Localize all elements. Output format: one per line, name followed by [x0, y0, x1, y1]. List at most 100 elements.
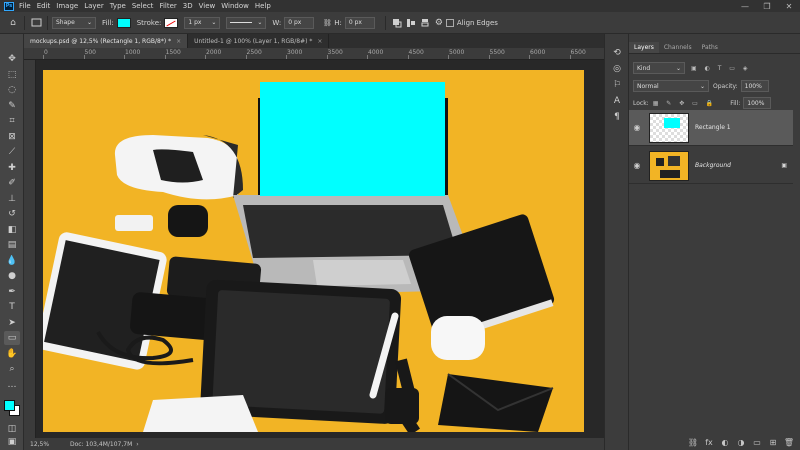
stroke-type-dropdown[interactable]: ⌄ — [226, 16, 267, 29]
ruler-tick — [205, 55, 206, 59]
marquee-tool-icon[interactable]: ⬚ — [4, 68, 20, 82]
clone-stamp-icon[interactable]: ⊥ — [4, 192, 20, 206]
tab-channels[interactable]: Channels — [659, 42, 697, 53]
quick-select-tool-icon[interactable]: ✎ — [4, 99, 20, 113]
opacity-field[interactable]: 100% — [740, 80, 769, 92]
path-select-icon[interactable]: ➤ — [4, 316, 20, 330]
tab-paths[interactable]: Paths — [697, 42, 723, 53]
cyan-rectangle-shape[interactable] — [260, 82, 445, 196]
foreground-color-swatch[interactable] — [4, 400, 15, 411]
home-icon[interactable]: ⌂ — [6, 16, 20, 30]
height-field[interactable]: 0 px — [344, 16, 375, 29]
menu-type[interactable]: Type — [110, 2, 126, 10]
fill-swatch[interactable] — [116, 17, 131, 28]
tab-untitled[interactable]: Untitled-1 @ 100% (Layer 1, RGB/8#) * × — [188, 34, 330, 48]
adjustment-layer-icon[interactable]: ◑ — [735, 436, 747, 448]
lock-options-icons[interactable]: ▦ ✎ ✥ ▭ 🔒 — [653, 100, 717, 107]
history-panel-icon[interactable]: ⟲ — [609, 46, 625, 60]
ruler-tick — [164, 55, 166, 59]
menu-window[interactable]: Window — [221, 2, 249, 10]
ruler-label: 500 — [84, 49, 96, 56]
link-icon[interactable]: ⛓ — [320, 16, 334, 30]
screen-mode-icon[interactable]: ▣ — [4, 435, 20, 449]
eraser-tool-icon[interactable]: ◧ — [4, 223, 20, 237]
history-brush-icon[interactable]: ↺ — [4, 207, 20, 221]
quick-mask-icon[interactable]: ◫ — [4, 422, 20, 436]
move-tool-icon[interactable]: ✥ — [4, 52, 20, 66]
properties-panel-icon[interactable]: ⚐ — [609, 78, 625, 92]
type-tool-icon[interactable]: T — [4, 300, 20, 314]
filter-kind-dropdown[interactable]: Kind ⌄ — [633, 62, 685, 74]
tool-mode-dropdown[interactable]: Shape ⌄ — [52, 16, 96, 29]
maximize-button[interactable]: ❐ — [756, 0, 778, 12]
healing-brush-icon[interactable]: ✚ — [4, 161, 20, 175]
gear-icon[interactable]: ⚙ — [432, 16, 446, 30]
menu-file[interactable]: File — [19, 2, 31, 10]
filter-icons[interactable]: ▣ ◐ T ▭ ◈ — [691, 65, 750, 72]
width-field[interactable]: 0 px — [284, 16, 315, 29]
menu-view[interactable]: View — [199, 2, 216, 10]
tab-layers[interactable]: Layers — [629, 42, 659, 53]
ruler-label: 2500 — [246, 49, 262, 56]
blend-mode-dropdown[interactable]: Normal ⌄ — [633, 80, 709, 92]
paragraph-panel-icon[interactable]: ¶ — [609, 110, 625, 124]
visibility-eye-icon[interactable]: ◉ — [629, 123, 645, 132]
lasso-tool-icon[interactable]: ◌ — [4, 83, 20, 97]
frame-tool-icon[interactable]: ⊠ — [4, 130, 20, 144]
pen-tool-icon[interactable]: ✒ — [4, 285, 20, 299]
layer-name-background[interactable]: Background — [695, 162, 731, 169]
tab-mockups[interactable]: mockups.psd @ 12,5% (Rectangle 1, RGB/8*… — [24, 34, 189, 48]
fx-icon[interactable]: fx — [703, 436, 715, 448]
dodge-tool-icon[interactable]: ● — [4, 269, 20, 283]
layer-row-background[interactable]: ◉ Background ▣ — [629, 148, 793, 184]
filter-kind-value: Kind — [637, 64, 651, 72]
ruler-tick — [407, 55, 409, 59]
crop-tool-icon[interactable]: ⌗ — [4, 114, 20, 128]
ruler-label: 5500 — [489, 49, 505, 56]
menu-image[interactable]: Image — [56, 2, 78, 10]
hand-tool-icon[interactable]: ✋ — [4, 347, 20, 361]
menu-edit[interactable]: Edit — [37, 2, 51, 10]
blur-tool-icon[interactable]: 💧 — [4, 254, 20, 268]
character-panel-icon[interactable]: A — [609, 94, 625, 108]
eyedropper-tool-icon[interactable]: ⟋ — [4, 145, 20, 159]
status-arrow-icon[interactable]: › — [136, 441, 138, 448]
menu-layer[interactable]: Layer — [84, 2, 104, 10]
new-group-icon[interactable]: ▭ — [751, 436, 763, 448]
menu-filter[interactable]: Filter — [159, 2, 176, 10]
align-edges-checkbox[interactable] — [445, 18, 454, 27]
add-mask-icon[interactable]: ◐ — [719, 436, 731, 448]
menu-3d[interactable]: 3D — [183, 2, 193, 10]
rectangle-tool-icon[interactable]: ▭ — [4, 331, 20, 345]
layer-row-rectangle[interactable]: ◉ Rectangle 1 — [629, 110, 793, 146]
stroke-label: Stroke: — [136, 18, 162, 27]
color-panel-icon[interactable]: ◎ — [609, 62, 625, 76]
stroke-swatch[interactable] — [164, 17, 179, 28]
zoom-tool-icon[interactable]: ⌕ — [4, 362, 20, 376]
minimize-button[interactable]: — — [734, 0, 756, 12]
fill-field[interactable]: 100% — [743, 97, 772, 109]
close-icon[interactable]: × — [317, 38, 322, 45]
window-controls: — ❐ ✕ — [734, 0, 800, 12]
close-window-button[interactable]: ✕ — [778, 0, 800, 12]
more-tools-icon[interactable]: … — [4, 378, 20, 392]
menu-help[interactable]: Help — [255, 2, 271, 10]
opacity-label: Opacity: — [713, 82, 738, 90]
shape-tool-preset-icon[interactable] — [29, 16, 43, 30]
delete-layer-icon[interactable]: 🗑 — [783, 436, 795, 448]
close-icon[interactable]: × — [176, 38, 181, 45]
path-alignment-icon[interactable] — [404, 16, 418, 30]
new-layer-icon[interactable]: ⊞ — [767, 436, 779, 448]
ruler-label: 2000 — [206, 49, 222, 56]
brush-tool-icon[interactable]: ✐ — [4, 176, 20, 190]
layer-name-rectangle[interactable]: Rectangle 1 — [695, 124, 731, 131]
menu-select[interactable]: Select — [132, 2, 154, 10]
zoom-level[interactable]: 12,5% — [30, 441, 70, 448]
stroke-width-field[interactable]: 1 px ⌄ — [184, 16, 221, 29]
path-operations-icon[interactable] — [390, 16, 404, 30]
link-layers-icon[interactable]: ⛓ — [687, 436, 699, 448]
gradient-tool-icon[interactable]: ▤ — [4, 238, 20, 252]
path-arrangement-icon[interactable] — [418, 16, 432, 30]
visibility-eye-icon[interactable]: ◉ — [629, 161, 645, 170]
airpods-case — [431, 316, 485, 360]
